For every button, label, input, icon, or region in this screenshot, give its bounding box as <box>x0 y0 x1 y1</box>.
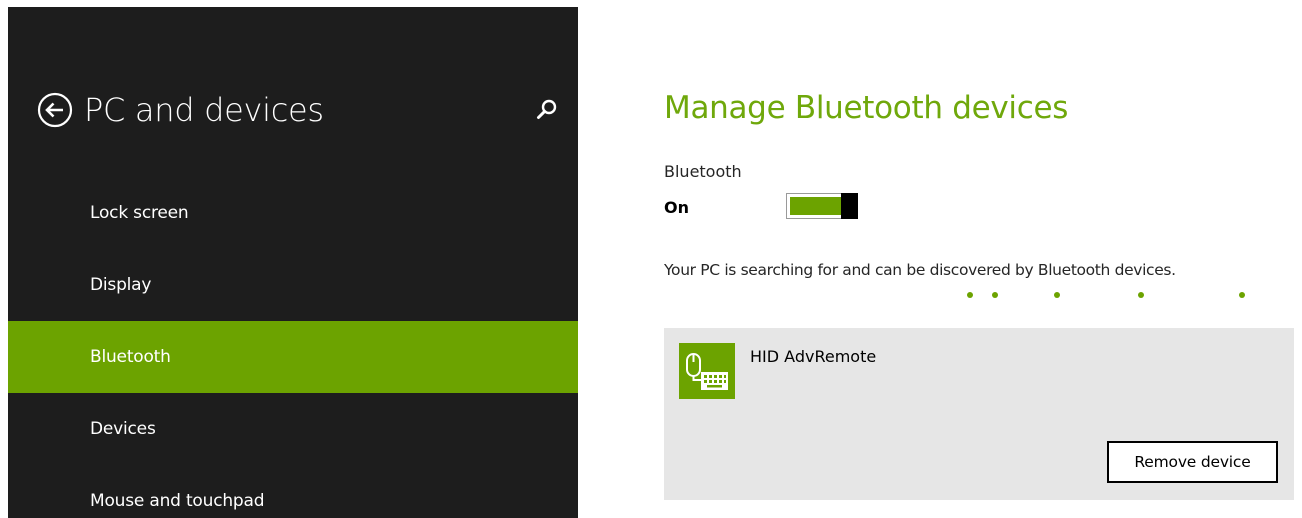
searching-progress-dots <box>664 292 1284 300</box>
toggle-fill <box>790 197 841 215</box>
search-icon <box>537 99 557 119</box>
back-arrow-icon <box>37 92 73 128</box>
bluetooth-toggle-caption: Bluetooth <box>664 162 742 181</box>
nav-item-bluetooth[interactable]: Bluetooth <box>8 321 578 393</box>
progress-dot <box>1239 292 1245 298</box>
progress-dot <box>1054 292 1060 298</box>
settings-window: PC and devices Lock screen Display Bluet… <box>0 0 1302 518</box>
page-title: Manage Bluetooth devices <box>664 90 1069 126</box>
left-pane: PC and devices Lock screen Display Bluet… <box>8 7 578 518</box>
device-name: HID AdvRemote <box>750 347 877 366</box>
remove-device-button[interactable]: Remove device <box>1107 441 1278 483</box>
search-button[interactable] <box>534 97 560 123</box>
discovery-status-text: Your PC is searching for and can be disc… <box>664 261 1176 279</box>
nav-item-display[interactable]: Display <box>8 249 578 321</box>
nav-item-label: Bluetooth <box>90 347 171 367</box>
bluetooth-toggle-state: On <box>664 198 689 217</box>
progress-dot <box>992 292 998 298</box>
nav-item-lock-screen[interactable]: Lock screen <box>8 177 578 249</box>
device-icon-tile <box>679 343 735 399</box>
device-tile-hid-advremote[interactable]: HID AdvRemote Remove device <box>664 328 1294 500</box>
nav-item-label: Lock screen <box>90 203 189 223</box>
nav-item-label: Display <box>90 275 152 295</box>
bluetooth-toggle[interactable] <box>786 193 858 219</box>
keyboard-mouse-icon <box>686 353 728 390</box>
nav-item-label: Mouse and touchpad <box>90 491 265 511</box>
nav-item-label: Devices <box>90 419 156 439</box>
progress-dot <box>1138 292 1144 298</box>
nav-item-devices[interactable]: Devices <box>8 393 578 465</box>
pane-header: PC and devices <box>36 89 557 139</box>
nav-item-mouse-and-touchpad[interactable]: Mouse and touchpad <box>8 465 578 518</box>
progress-dot <box>967 292 973 298</box>
nav-list: Lock screen Display Bluetooth Devices Mo… <box>8 177 578 518</box>
back-button[interactable] <box>36 91 74 129</box>
toggle-thumb[interactable] <box>841 193 858 219</box>
pane-title: PC and devices <box>84 91 324 129</box>
